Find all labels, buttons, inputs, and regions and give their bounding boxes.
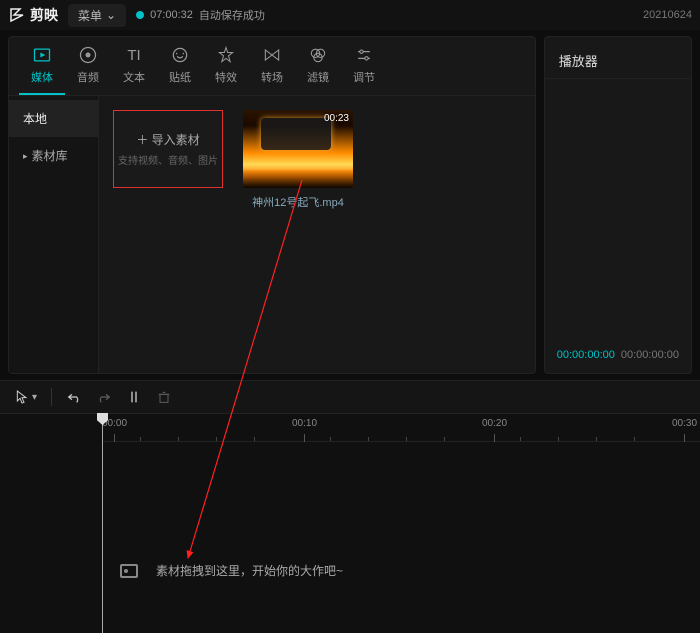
drop-hint-text: 素材拖拽到这里，开始你的大作吧~ (156, 562, 343, 579)
media-clip[interactable]: 00:23 神州12号起飞.mp4 (243, 110, 353, 210)
sidebar-library-label: 素材库 (32, 149, 68, 163)
split-tool[interactable] (126, 389, 142, 405)
clip-thumbnail: 00:23 (243, 110, 353, 188)
status-dot-icon (136, 11, 144, 19)
tab-label: 转场 (261, 69, 283, 85)
tab-media[interactable]: 媒体 (19, 37, 65, 95)
player-viewport[interactable] (545, 79, 691, 343)
selection-tool[interactable]: ▾ (14, 389, 37, 405)
current-time: 00:00:00:00 (557, 349, 615, 361)
menu-label: 菜单 (78, 7, 102, 24)
clip-duration: 00:23 (324, 113, 349, 124)
chevron-down-icon: ▾ (32, 392, 37, 403)
frame-icon (120, 564, 138, 578)
menu-dropdown[interactable]: 菜单 ⌄ (68, 4, 126, 27)
sidebar-item-local[interactable]: 本地 (9, 100, 98, 137)
app-logo: 剪映 (8, 5, 58, 25)
import-media-button[interactable]: ＋ 导入素材 支持视频、音频、图片 (113, 110, 223, 188)
import-subtext: 支持视频、音频、图片 (118, 152, 218, 167)
media-icon (32, 45, 52, 65)
timeline-ruler[interactable]: 00:00 00:10 00:20 00:30 (102, 414, 700, 442)
tab-label: 媒体 (31, 69, 53, 85)
transition-icon (262, 45, 282, 65)
ruler-label: 00:10 (292, 418, 317, 429)
clip-filename: 神州12号起飞.mp4 (252, 194, 344, 210)
delete-tool[interactable] (156, 389, 172, 405)
timeline-toolbar: ▾ (0, 380, 700, 414)
audio-icon (78, 45, 98, 65)
panel-body: 本地 ▸ 素材库 ＋ 导入素材 支持视频、音频、图片 00:23 (9, 96, 535, 373)
save-text: 自动保存成功 (199, 7, 265, 23)
sticker-icon (170, 45, 190, 65)
total-duration: 00:00:00:00 (621, 349, 679, 361)
tab-label: 特效 (215, 69, 237, 85)
app-name: 剪映 (30, 5, 58, 25)
tab-effects[interactable]: 特效 (203, 37, 249, 95)
player-title: 播放器 (545, 47, 691, 79)
chevron-down-icon: ⌄ (106, 8, 116, 22)
ruler-label: 00:30 (672, 418, 697, 429)
tab-filter[interactable]: 滤镜 (295, 37, 341, 95)
player-timecodes: 00:00:00:00 00:00:00:00 (545, 343, 691, 367)
filter-icon (308, 45, 328, 65)
tab-adjust[interactable]: 调节 (341, 37, 387, 95)
tab-text[interactable]: TI 文本 (111, 37, 157, 95)
effects-icon (216, 45, 236, 65)
media-grid: ＋ 导入素材 支持视频、音频、图片 00:23 神州12号起飞.mp4 (99, 96, 535, 373)
tab-audio[interactable]: 音频 (65, 37, 111, 95)
playhead[interactable] (102, 414, 103, 633)
separator (51, 388, 52, 406)
tracks-area[interactable]: 素材拖拽到这里，开始你的大作吧~ (0, 442, 700, 633)
sidebar-item-library[interactable]: ▸ 素材库 (9, 137, 98, 174)
expand-triangle-icon: ▸ (23, 151, 28, 162)
timeline[interactable]: 00:00 00:10 00:20 00:30 素材拖拽到这里， (0, 414, 700, 633)
text-icon: TI (124, 45, 144, 65)
tab-label: 滤镜 (307, 69, 329, 85)
adjust-icon (354, 45, 374, 65)
category-tabs: 媒体 音频 TI 文本 贴纸 特效 (9, 37, 535, 96)
main-area: 媒体 音频 TI 文本 贴纸 特效 (0, 30, 700, 380)
tab-sticker[interactable]: 贴纸 (157, 37, 203, 95)
app-logo-icon (8, 6, 26, 24)
tab-transition[interactable]: 转场 (249, 37, 295, 95)
tab-label: 贴纸 (169, 69, 191, 85)
ruler-label: 00:20 (482, 418, 507, 429)
media-panel: 媒体 音频 TI 文本 贴纸 特效 (8, 36, 536, 374)
timeline-drop-hint: 素材拖拽到这里，开始你的大作吧~ (120, 562, 343, 579)
save-time: 07:00:32 (150, 9, 193, 21)
project-date: 20210624 (643, 9, 692, 21)
tab-label: 音频 (77, 69, 99, 85)
autosave-status: 07:00:32 自动保存成功 (136, 7, 265, 23)
undo-button[interactable] (66, 389, 82, 405)
redo-button[interactable] (96, 389, 112, 405)
tab-label: 文本 (123, 69, 145, 85)
player-panel: 播放器 00:00:00:00 00:00:00:00 (544, 36, 692, 374)
import-label: 导入素材 (152, 133, 200, 147)
plus-icon: ＋ (136, 133, 148, 147)
import-label-row: ＋ 导入素材 (136, 131, 199, 148)
titlebar: 剪映 菜单 ⌄ 07:00:32 自动保存成功 20210624 (0, 0, 700, 30)
media-source-nav: 本地 ▸ 素材库 (9, 96, 99, 373)
tab-label: 调节 (353, 69, 375, 85)
